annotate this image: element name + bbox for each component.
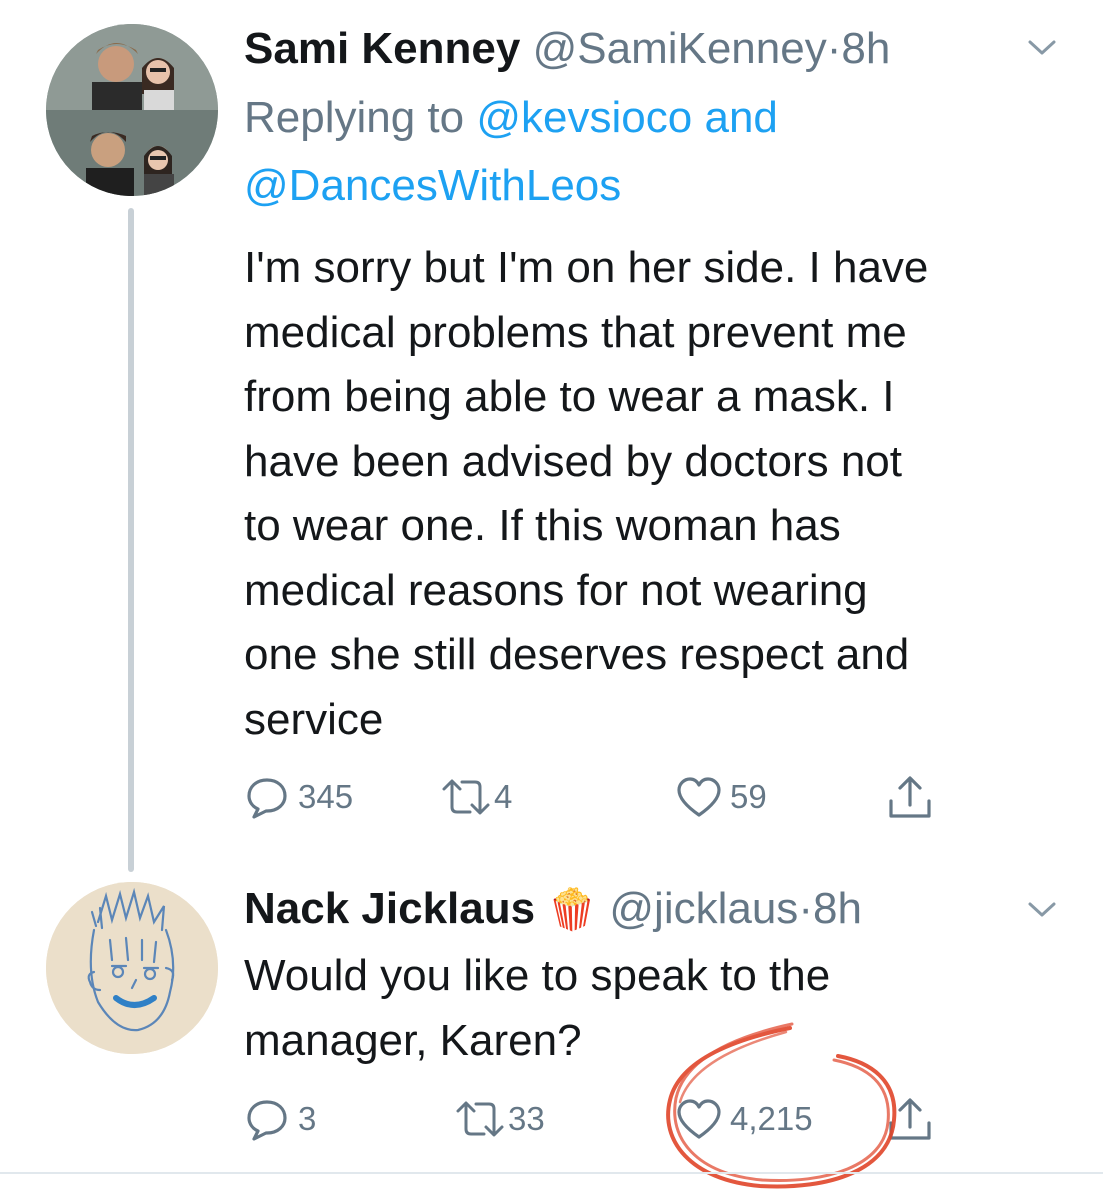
retweet-icon [442,779,490,815]
reply-icon [247,778,287,819]
replying-prefix: Replying to [244,93,465,142]
tweet-text-line: medical problems that prevent me [244,307,907,357]
separator-dot: · [798,884,813,933]
reply-count: 3 [298,1100,317,1137]
share-icon [889,776,931,818]
tweet-actions: 345 4 59 [244,772,964,822]
user-handle[interactable]: @SamiKenney [533,24,827,73]
tweet-text-line: I'm sorry but I'm on her side. I have [244,243,929,292]
tweet-text-line: service [244,694,384,744]
tweet-text-line: from being able to wear a mask. I [244,372,895,421]
tweet-header: Sami Kenney @SamiKenney·8h [244,23,890,75]
replying-to: Replying to @kevsioco and @DancesWithLeo… [244,84,1044,220]
chevron-down-icon[interactable] [1027,900,1057,920]
tweet-text-line: to wear one. If this woman has [244,501,841,550]
tweet-nack-jicklaus[interactable]: Nack Jicklaus 🍿 @jicklaus·8h Would you l… [0,880,1103,1172]
separator-dot: · [826,24,842,73]
retweet-button[interactable]: 33 [454,1094,545,1144]
avatar-nack-jicklaus[interactable] [46,882,218,1054]
share-button[interactable] [886,772,934,822]
mention-kevsioco[interactable]: @kevsioco [476,93,692,142]
mention-danceswithleos[interactable]: @DancesWithLeos [244,161,621,210]
tweet-sami-kenney[interactable]: Sami Kenney @SamiKenney·8h Replying to @… [0,0,1103,880]
chevron-down-icon[interactable] [1027,38,1057,58]
tweet-text-line: one she still deserves respect and [244,630,910,679]
tweet-text-line: Would you like to speak to the [244,951,831,1000]
like-count: 59 [730,778,767,815]
avatar-sami-kenney[interactable] [46,24,218,196]
timestamp[interactable]: 8h [841,24,890,73]
reply-count: 345 [298,778,354,815]
tweet-text-line: have been advised by doctors not [244,436,903,486]
display-name[interactable]: Nack Jicklaus [244,884,535,933]
popcorn-emoji: 🍿 [547,888,598,932]
retweet-button[interactable]: 4 [440,772,512,822]
display-name[interactable]: Sami Kenney [244,24,520,73]
like-button[interactable]: 59 [676,772,767,822]
tweet-text-line: medical reasons for not wearing [244,565,868,615]
retweet-count: 4 [494,778,513,815]
retweet-count: 33 [508,1100,545,1137]
thread-connector-line [128,208,134,872]
reply-icon [247,1100,287,1141]
replying-and[interactable]: and [704,93,777,142]
tweet-divider [0,1172,1103,1174]
reply-button[interactable]: 3 [244,1094,316,1144]
timestamp[interactable]: 8h [813,884,862,933]
user-handle[interactable]: @jicklaus [609,884,798,933]
reply-button[interactable]: 345 [244,772,353,822]
tweet-header: Nack Jicklaus 🍿 @jicklaus·8h [244,883,862,936]
tweet-text: I'm sorry but I'm on her side. I have me… [244,236,1064,752]
heart-icon [677,777,721,817]
retweet-icon [456,1101,504,1137]
